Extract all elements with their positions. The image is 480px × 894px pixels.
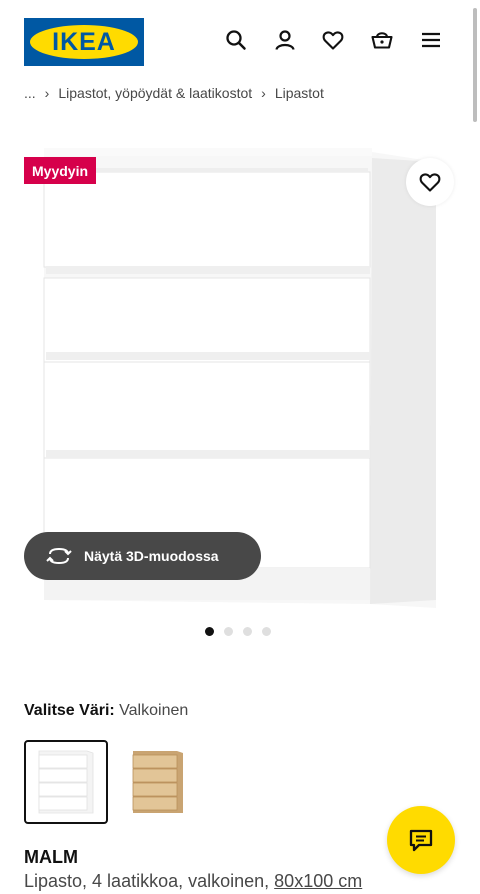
color-value: Valkoinen: [119, 702, 189, 719]
gallery-dot[interactable]: [262, 627, 271, 636]
chevron-right-icon: ›: [44, 85, 50, 101]
view-3d-label: Näytä 3D-muodossa: [84, 548, 219, 564]
menu-icon[interactable]: [419, 28, 443, 52]
heart-icon[interactable]: [321, 28, 345, 52]
chevron-right-icon: ›: [261, 85, 266, 101]
add-to-favorites-button[interactable]: [406, 158, 454, 206]
oak-dresser-thumbnail: [132, 751, 183, 813]
heart-icon: [419, 173, 441, 192]
gallery-dot[interactable]: [205, 627, 214, 636]
breadcrumb-ellipsis[interactable]: ...: [24, 85, 36, 101]
breadcrumb-item-dressers[interactable]: Lipastot: [275, 85, 324, 101]
chat-icon: [409, 829, 433, 852]
chat-button[interactable]: [387, 806, 455, 874]
logo-text: IKEA: [52, 27, 116, 56]
site-header: IKEA: [0, 0, 480, 78]
rotate-3d-icon: [46, 547, 72, 565]
color-swatch-oak[interactable]: [116, 740, 200, 824]
breadcrumb-item-dressers-category[interactable]: Lipastot, yöpöydät & laatikostot: [58, 85, 252, 101]
drawer-fronts: [43, 168, 371, 569]
breadcrumb: ... › Lipastot, yöpöydät & laatikostot ›…: [24, 82, 324, 104]
product-description: Lipasto, 4 laatikkoa, valkoinen, 80x100 …: [24, 871, 362, 892]
color-swatch-white[interactable]: [24, 740, 108, 824]
scrollbar[interactable]: [473, 8, 477, 122]
gallery-dot[interactable]: [243, 627, 252, 636]
color-selector-label: Valitse Väri: Valkoinen: [24, 702, 188, 720]
product-size-link[interactable]: 80x100 cm: [274, 871, 362, 891]
product-name: MALM: [24, 847, 78, 867]
view-3d-button[interactable]: Näytä 3D-muodossa: [24, 532, 261, 580]
product-description-text: Lipasto, 4 laatikkoa, valkoinen,: [24, 871, 270, 891]
basket-icon[interactable]: [370, 28, 394, 52]
color-label-title: Valitse Väri:: [24, 702, 115, 719]
gallery-pagination: [205, 627, 271, 636]
ikea-logo[interactable]: IKEA: [24, 18, 144, 66]
account-icon[interactable]: [273, 28, 297, 52]
search-icon[interactable]: [224, 28, 248, 52]
bestseller-badge: Myydyin: [24, 157, 97, 184]
gallery-dot[interactable]: [224, 627, 233, 636]
white-dresser-thumbnail: [38, 750, 94, 814]
